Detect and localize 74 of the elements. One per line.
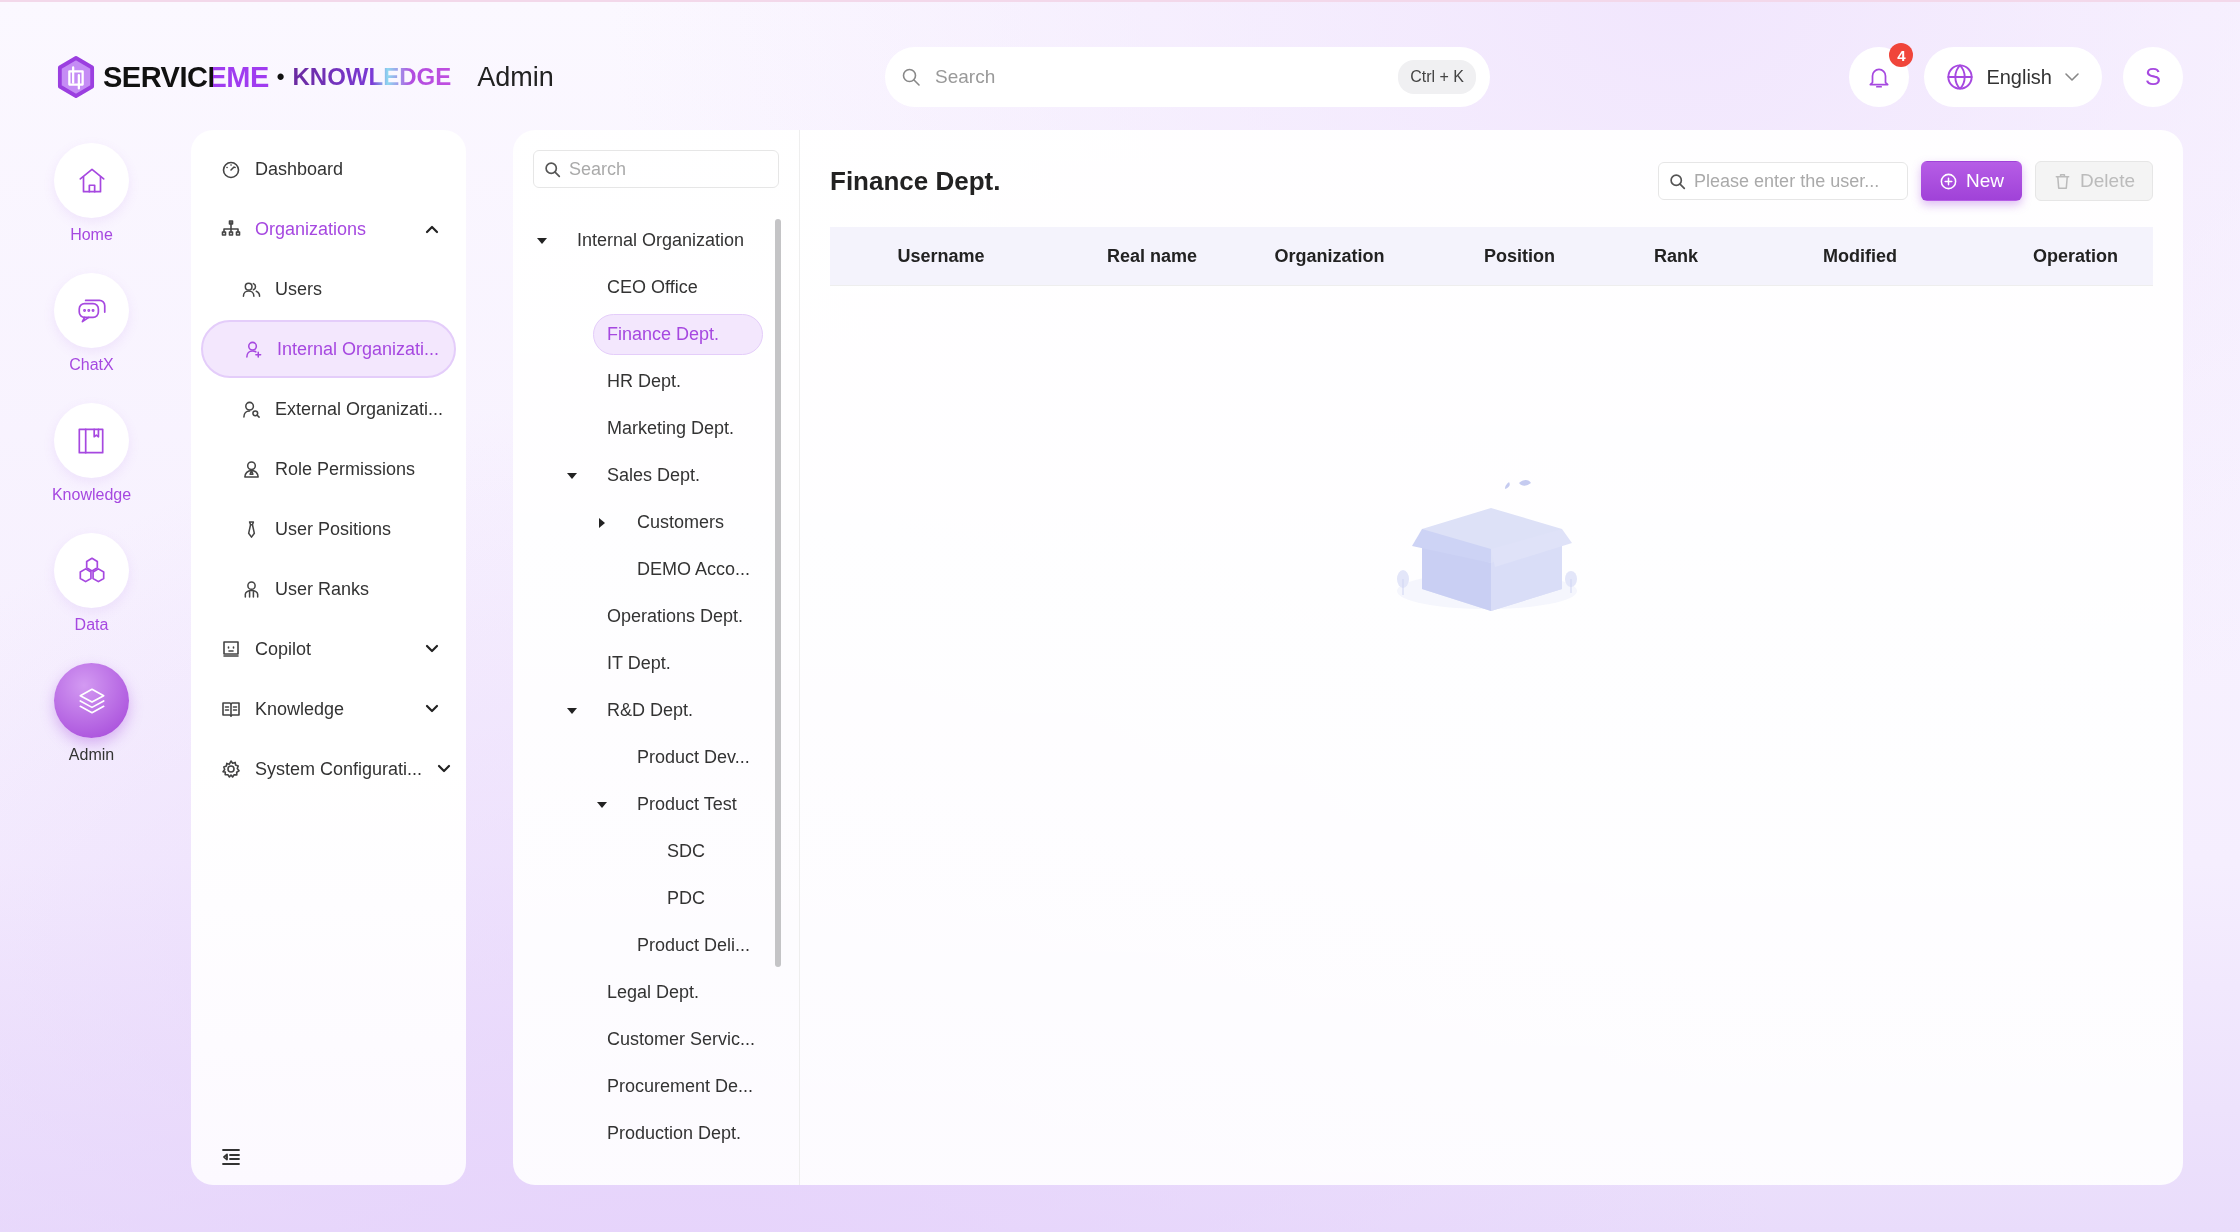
user-badge-icon	[242, 459, 261, 479]
tree-node[interactable]: Operations Dept.	[593, 596, 758, 637]
column-header: Real name	[1105, 245, 1198, 267]
plus-circle-icon	[1939, 171, 1959, 191]
scrollbar[interactable]	[775, 219, 781, 967]
collapse-menu-icon	[221, 1147, 241, 1167]
notification-badge: 4	[1889, 43, 1914, 67]
logo-separator: •	[276, 64, 285, 90]
monitor-face-icon	[221, 639, 241, 659]
hexagon-logo-icon	[57, 55, 95, 99]
rail-label: Data	[74, 616, 109, 634]
nav-group[interactable]: Knowledge	[201, 679, 456, 739]
search-icon	[901, 67, 922, 87]
tree-node[interactable]: Product Dev...	[623, 737, 764, 778]
user-plus-icon	[244, 339, 263, 359]
nav-item[interactable]: User Positions	[201, 500, 456, 558]
tree-search-box[interactable]: Search	[533, 150, 779, 188]
shortcut-hint: Ctrl + K	[1398, 60, 1477, 94]
tree-node[interactable]: PDC	[653, 878, 719, 919]
tree-node[interactable]: Finance Dept.	[593, 314, 763, 355]
section-title: Admin	[477, 61, 554, 93]
globe-icon	[1946, 63, 1975, 91]
search-box[interactable]: Search Ctrl + K	[885, 47, 1491, 107]
dashboard-gauge-icon	[221, 159, 241, 179]
tree-node[interactable]: Internal Organization	[563, 220, 759, 261]
open-book-icon	[221, 699, 241, 719]
search-icon	[1669, 172, 1687, 190]
tree-node[interactable]: Product Deli...	[623, 925, 765, 966]
column-header: Modified	[1822, 245, 1898, 267]
nav-group[interactable]: System Configurati...	[201, 739, 456, 799]
nav-group[interactable]: Copilot	[201, 619, 456, 679]
column-header: Position	[1483, 245, 1556, 267]
tree-node[interactable]: Product Test	[623, 784, 751, 825]
rail-label: ChatX	[69, 356, 114, 374]
user-search-box[interactable]: Please enter the user...	[1658, 162, 1909, 200]
tree-node[interactable]: DEMO Acco...	[623, 549, 765, 590]
user-rank-icon	[242, 579, 261, 599]
nav-item[interactable]: Role Permissions	[201, 440, 456, 498]
rail-label: Admin	[68, 746, 115, 764]
tree-node[interactable]: Marketing Dept.	[593, 408, 749, 449]
column-header: Organization	[1273, 245, 1386, 267]
tree-node[interactable]: SDC	[653, 831, 719, 872]
action-button[interactable]: New	[1921, 161, 2023, 201]
tree-node[interactable]: CEO Office	[593, 267, 712, 308]
column-header: Rank	[1653, 245, 1699, 267]
rail-button[interactable]	[54, 663, 129, 738]
tree-node[interactable]: Customer Servic...	[593, 1019, 770, 1060]
panel-title: Finance Dept.	[830, 165, 1002, 197]
tree-node[interactable]: Production Dept.	[593, 1113, 756, 1154]
tree-node[interactable]: Sales Dept.	[593, 455, 715, 496]
tree-node[interactable]: Procurement De...	[593, 1066, 768, 1107]
tree-node[interactable]: Legal Dept.	[593, 972, 714, 1013]
tree-node[interactable]: Customers	[623, 502, 739, 543]
language-selector[interactable]: English	[1924, 47, 2102, 107]
tree-node[interactable]: HR Dept.	[593, 361, 696, 402]
nav-group[interactable]: Organizations	[201, 199, 456, 259]
org-chart-icon	[221, 219, 241, 239]
search-icon	[544, 160, 561, 178]
nav-item[interactable]: Internal Organizati...	[201, 320, 456, 378]
search-input[interactable]: Search	[933, 65, 1387, 89]
tree-node[interactable]: R&D Dept.	[593, 690, 708, 731]
column-header: Username	[896, 245, 986, 267]
rail-label: Home	[70, 226, 113, 244]
rail-label: Knowledge	[51, 486, 132, 504]
tree-search-input[interactable]: Search	[567, 157, 751, 181]
tree-node[interactable]: IT Dept.	[593, 643, 685, 684]
gear-icon	[221, 759, 241, 779]
user-avatar[interactable]: S	[2123, 47, 2183, 107]
nav-item[interactable]: External Organizati...	[201, 380, 456, 438]
user-search-icon	[242, 399, 261, 419]
nav-item[interactable]: Users	[201, 260, 456, 318]
nav-item[interactable]: User Ranks	[201, 560, 456, 618]
nav-item[interactable]: Dashboard	[201, 139, 456, 199]
column-header: Operation	[2032, 245, 2119, 267]
